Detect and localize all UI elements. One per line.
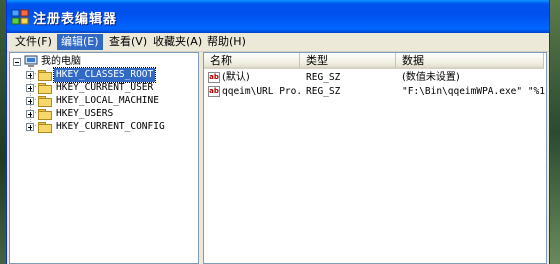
column-header-name[interactable]: 名称 [204,53,300,69]
value-name: qqeim\URL Pro... [222,86,300,97]
registry-editor-window: 注册表编辑器 文件(F) 编辑(E) 查看(V) 收藏夹(A) 帮助(H) 我的… [6,0,550,264]
menu-bar: 文件(F) 编辑(E) 查看(V) 收藏夹(A) 帮助(H) [7,33,549,52]
string-value-icon: ab [208,86,220,97]
value-data: "F:\Bin\qqeimWPA.exe" "%1" [402,86,547,97]
tree-item-hkcc[interactable]: HKEY_CURRENT_CONFIG [10,119,198,135]
menu-edit[interactable]: 编辑(E) [57,34,103,50]
registry-tree[interactable]: 我的电脑 HKEY_CLASSES_ROOT HKEY_CURRENT_USER… [9,52,199,264]
expand-icon[interactable] [26,110,34,118]
expand-icon[interactable] [26,97,34,105]
column-header-data[interactable]: 数据 [396,53,544,69]
menu-view[interactable]: 查看(V) [105,34,151,50]
collapse-icon[interactable] [13,58,21,66]
menu-help[interactable]: 帮助(H) [203,34,250,50]
column-header-type[interactable]: 类型 [300,53,396,69]
value-row[interactable]: ab qqeim\URL Pro... REG_SZ "F:\Bin\qqeim… [204,84,546,100]
folder-icon [38,122,52,133]
expand-icon[interactable] [26,123,34,131]
tree-item-label: HKEY_CURRENT_CONFIG [56,121,165,132]
value-type: REG_SZ [306,86,341,97]
menu-favorites[interactable]: 收藏夹(A) [149,34,206,50]
string-value-icon: ab [208,72,220,83]
expand-icon[interactable] [26,84,34,92]
values-list[interactable]: 名称 类型 数据 ab (默认) REG_SZ (数值未设置) ab qqeim… [203,52,547,264]
expand-icon[interactable] [26,71,34,79]
menu-file[interactable]: 文件(F) [11,34,56,50]
content-area: 我的电脑 HKEY_CLASSES_ROOT HKEY_CURRENT_USER… [9,52,547,264]
title-bar[interactable]: 注册表编辑器 [7,0,549,33]
window-title: 注册表编辑器 [33,12,118,27]
registry-editor-icon [11,9,29,25]
